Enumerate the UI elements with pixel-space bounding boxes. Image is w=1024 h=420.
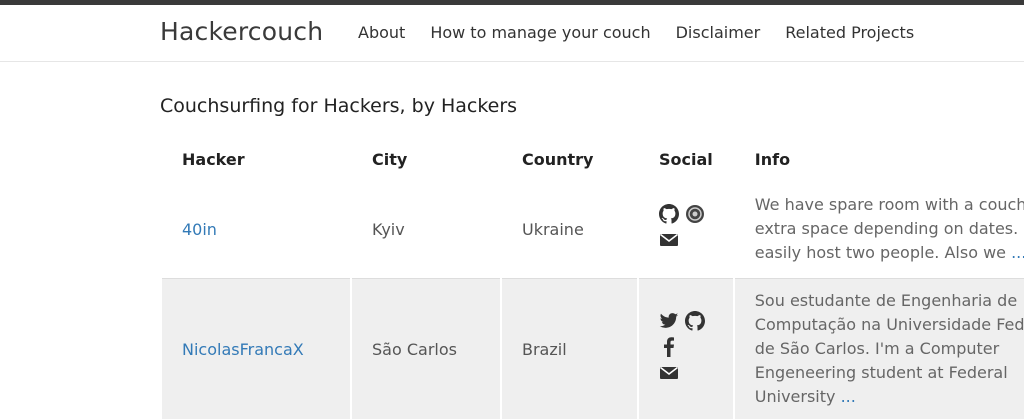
page-title: Couchsurfing for Hackers, by Hackers (160, 95, 518, 117)
country-cell: Ukraine (502, 180, 637, 279)
table-row: NicolasFrancaX São Carlos Brazil Sou est… (162, 279, 1024, 419)
facebook-icon[interactable] (659, 337, 679, 361)
github-icon[interactable] (685, 311, 705, 335)
table-row: 40in Kyiv Ukraine We have spare room wit… (162, 180, 1024, 279)
nav-manage-couch[interactable]: How to manage your couch (430, 23, 650, 42)
brand-link[interactable]: Hackercouch (160, 17, 323, 46)
email-icon[interactable] (659, 230, 679, 254)
main-nav: About How to manage your couch Disclaime… (358, 23, 939, 42)
nav-about[interactable]: About (358, 23, 405, 42)
read-more-link[interactable]: ... (841, 387, 856, 406)
country-cell: Brazil (502, 279, 637, 419)
column-header-hacker: Hacker (182, 150, 245, 169)
city-cell: São Carlos (352, 279, 500, 419)
column-header-country: Country (522, 150, 594, 169)
read-more-link[interactable]: ... (1011, 243, 1024, 262)
site-header: Hackercouch About How to manage your cou… (0, 5, 1024, 62)
info-text: Sou estudante de Engenharia de Computaçã… (754, 291, 1024, 406)
hackers-table: Hacker City Country Social Info 40in Kyi… (162, 140, 1024, 419)
hacker-cell: NicolasFrancaX (162, 279, 350, 419)
github-icon[interactable] (659, 204, 679, 228)
hackers-table-wrap: Hacker City Country Social Info 40in Kyi… (162, 140, 1024, 420)
hacker-cell: 40in (162, 180, 350, 279)
nav-related-projects[interactable]: Related Projects (785, 23, 914, 42)
info-cell: Sou estudante de Engenharia de Computaçã… (734, 279, 1024, 419)
hacker-link[interactable]: NicolasFrancaX (182, 340, 304, 359)
social-cell (639, 180, 733, 279)
social-cell (639, 279, 733, 419)
nav-disclaimer[interactable]: Disclaimer (676, 23, 761, 42)
city-cell: Kyiv (352, 180, 500, 279)
table-header-row: Hacker City Country Social Info (162, 140, 1024, 180)
gitlab-icon[interactable] (685, 204, 705, 228)
email-icon[interactable] (659, 363, 679, 387)
column-header-city: City (372, 150, 408, 169)
hacker-link[interactable]: 40in (182, 220, 217, 239)
info-cell: We have spare room with a couch a extra … (734, 180, 1024, 279)
info-text: We have spare room with a couch a extra … (754, 195, 1024, 262)
column-header-info: Info (754, 150, 791, 169)
twitter-icon[interactable] (659, 311, 679, 335)
column-header-social: Social (659, 150, 713, 169)
